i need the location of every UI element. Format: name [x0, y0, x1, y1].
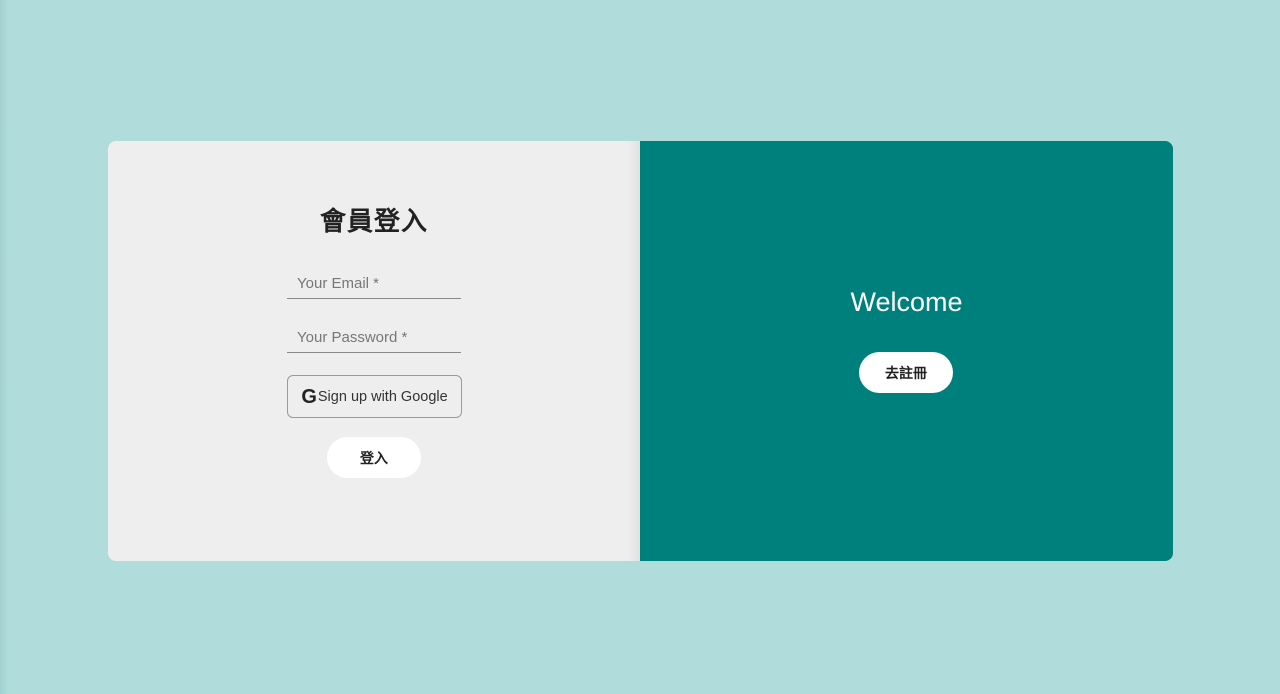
auth-card: 會員登入 G Sign up with Google 登入 Welcome 去註…	[108, 141, 1173, 561]
google-signup-button[interactable]: G Sign up with Google	[287, 375, 462, 418]
email-input[interactable]	[287, 269, 461, 299]
login-title: 會員登入	[319, 207, 428, 237]
page-edge-shadow	[0, 0, 8, 694]
google-icon: G	[301, 385, 317, 408]
google-signup-label: Sign up with Google	[317, 388, 448, 405]
login-panel: 會員登入 G Sign up with Google 登入	[108, 141, 640, 561]
password-input[interactable]	[287, 323, 461, 353]
welcome-title: Welcome	[850, 287, 963, 317]
register-button[interactable]: 去註冊	[859, 352, 953, 393]
welcome-panel: Welcome 去註冊	[640, 141, 1173, 561]
login-button[interactable]: 登入	[327, 437, 421, 478]
